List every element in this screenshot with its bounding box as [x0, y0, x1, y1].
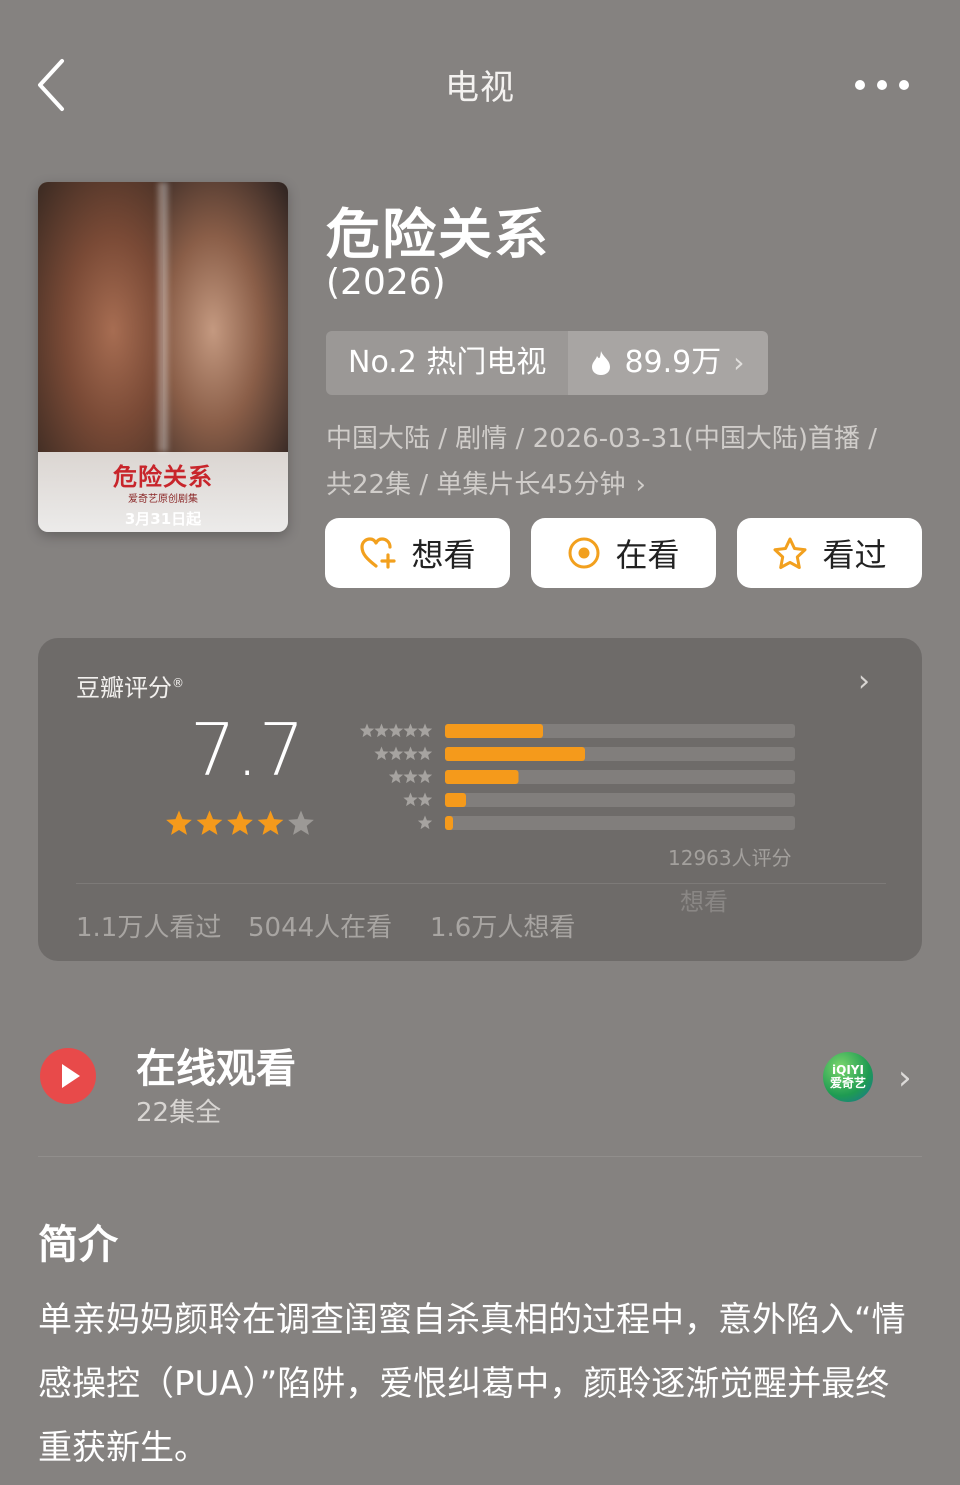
show-title: 危险关系: [326, 203, 550, 266]
poster-face-right: [163, 182, 288, 452]
meta-line-2-text: 共22集 / 单集片长45分钟: [326, 470, 626, 500]
heart-plus-icon: [360, 537, 397, 569]
poster-face-left: [38, 182, 163, 452]
star-outline-icon: [773, 537, 807, 569]
heat-button[interactable]: 89.9万 ›: [568, 331, 769, 395]
star-filled-icon: [196, 810, 223, 835]
online-watch-title[interactable]: 在线观看: [136, 1036, 296, 1094]
distribution-bar: [445, 816, 453, 830]
chevron-right-icon[interactable]: ›: [898, 1058, 912, 1098]
want-count: 1.6万人想看: [430, 913, 576, 943]
registered-mark: ®: [172, 676, 184, 690]
star-empty-icon: [288, 810, 314, 835]
star-filled-icon: [166, 810, 192, 835]
more-options-icon[interactable]: [850, 65, 914, 105]
watching-count: 5044人在看: [248, 913, 393, 943]
star-filled-icon: [227, 810, 253, 835]
distribution-star-icon: [417, 769, 433, 784]
distribution-star-icon: [403, 792, 418, 807]
distribution-star-icon: [417, 723, 433, 738]
divider: [76, 883, 886, 884]
chevron-right-icon: ›: [635, 470, 646, 500]
chevron-right-icon[interactable]: ›: [858, 664, 870, 699]
play-icon[interactable]: [38, 1046, 98, 1106]
rating-count: 12963人评分: [668, 846, 792, 870]
distribution-star-icon: [417, 746, 433, 761]
flame-icon: [592, 351, 611, 375]
meta-line-2[interactable]: 共22集 / 单集片长45分钟 ›: [326, 464, 646, 501]
distribution-star-icon: [388, 746, 404, 761]
watched-count: 1.1万人看过: [76, 913, 222, 943]
rating-label-text: 豆瓣评分: [76, 674, 172, 702]
rank-pill: No.2 热门电视 89.9万 ›: [326, 331, 769, 395]
rank-label[interactable]: No.2 热门电视: [326, 331, 569, 395]
distribution-star-icon: [403, 723, 418, 738]
watched-button[interactable]: 看过: [737, 518, 922, 588]
page-title: 电视: [445, 68, 515, 108]
poster-subtitle: 爱奇艺原创剧集: [128, 494, 198, 505]
distribution-bar: [445, 747, 585, 761]
chevron-right-icon: ›: [733, 346, 745, 379]
meta-line-1: 中国大陆 / 剧情 / 2026-03-31(中国大陆)首播 /: [326, 424, 877, 454]
watching-label: 在看: [615, 536, 680, 574]
distribution-star-icon: [374, 746, 389, 761]
distribution-star-icon: [374, 723, 389, 738]
distribution-star-icon: [388, 769, 404, 784]
iqiyi-logo-icon[interactable]: iQIYI 爱奇艺: [823, 1052, 873, 1102]
watched-label: 看过: [822, 536, 887, 574]
show-year: (2026): [326, 262, 446, 303]
star-filled-icon: [257, 810, 284, 835]
online-watch-subtitle: 22集全: [136, 1098, 222, 1128]
target-circle-icon: [568, 537, 600, 569]
poster-title: 危险关系: [113, 463, 213, 491]
want-label: 想看: [411, 536, 476, 574]
divider: [38, 1156, 922, 1157]
distribution-bar: [445, 770, 519, 784]
distribution-star-icon: [417, 792, 433, 807]
distribution-bar: [445, 793, 466, 807]
rating-stars: [166, 810, 314, 835]
rating-distribution: [359, 723, 795, 830]
rating-score: 7.7: [190, 708, 305, 792]
ghost-want-overlay: 想看: [680, 888, 728, 916]
distribution-bar: [445, 724, 543, 738]
distribution-star-icon: [388, 723, 404, 738]
distribution-star-icon: [403, 746, 418, 761]
iqiyi-logo-text-cn: 爱奇艺: [829, 1076, 866, 1090]
intro-title: 简介: [38, 1222, 118, 1268]
distribution-star-icon: [417, 815, 433, 830]
want-button[interactable]: 想看: [325, 518, 510, 588]
poster-divider: [158, 182, 168, 452]
heat-value: 89.9万: [624, 345, 722, 380]
poster-image[interactable]: 危险关系 爱奇艺原创剧集 3月31日起: [38, 182, 288, 532]
intro-text: 单亲妈妈颜聆在调查闺蜜自杀真相的过程中，意外陷入“情感操控（PUA）”陷阱，爱恨…: [38, 1300, 906, 1468]
watching-button[interactable]: 在看: [531, 518, 716, 588]
distribution-track: [445, 816, 795, 830]
distribution-star-icon: [403, 769, 418, 784]
distribution-track: [445, 793, 795, 807]
distribution-star-icon: [359, 723, 375, 738]
poster-date: 3月31日起: [124, 510, 202, 528]
rating-label: 豆瓣评分®: [76, 668, 184, 703]
